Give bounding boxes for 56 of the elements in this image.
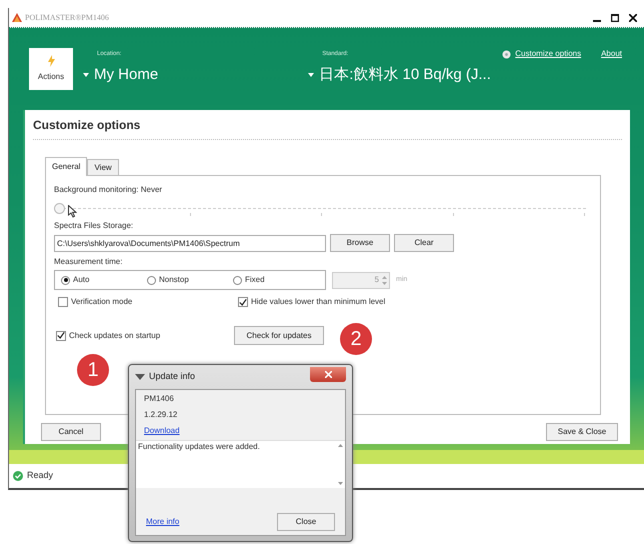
- check-icon: [239, 298, 247, 307]
- dialog-title: Update info: [149, 370, 196, 384]
- checkbox-label: Hide values lower than minimum level: [251, 296, 386, 308]
- spin-arrows-icon: [382, 274, 387, 286]
- app-icon: [135, 374, 145, 380]
- minutes-value: 5: [374, 274, 379, 286]
- checkbox[interactable]: [58, 297, 68, 308]
- check-circle-icon: [13, 471, 23, 482]
- radio-button[interactable]: [147, 276, 156, 285]
- more-info-link[interactable]: More info: [146, 516, 180, 528]
- slider-thumb[interactable]: [54, 203, 65, 214]
- panel-title: Customize options: [33, 117, 142, 134]
- caret-icon: [83, 73, 89, 78]
- radio-button[interactable]: [233, 276, 242, 285]
- check-icon: [57, 331, 65, 340]
- radio-button[interactable]: [61, 276, 70, 285]
- path-field[interactable]: C:\Users\shklyarova\Documents\PM1406\Spectrum: [54, 234, 326, 252]
- window-title: POLIMASTER®PM1406: [25, 12, 109, 24]
- lightning-icon: [46, 55, 56, 68]
- mouse-pointer-icon: [68, 205, 77, 218]
- button[interactable]: Close: [277, 513, 335, 531]
- button[interactable]: Cancel: [41, 423, 101, 442]
- radio-label: Fixed: [245, 274, 265, 286]
- customize-options-link[interactable]: Customize options: [515, 48, 582, 60]
- version-text: 1.2.29.12: [144, 409, 178, 421]
- button[interactable]: Check for updates: [234, 326, 324, 346]
- button[interactable]: Browse: [330, 234, 390, 252]
- close-icon: [324, 370, 332, 378]
- checkbox[interactable]: [238, 297, 248, 308]
- close-button[interactable]: [310, 366, 346, 382]
- notes-box[interactable]: Functionality updates were added.: [136, 440, 345, 488]
- button[interactable]: Clear: [394, 234, 454, 252]
- app-logo-icon: [12, 12, 22, 23]
- measurement-label: Measurement time:: [54, 256, 124, 268]
- tab[interactable]: General: [45, 157, 88, 176]
- background-monitoring-label: Background monitoring: Never: [54, 184, 164, 196]
- checkbox[interactable]: [56, 330, 66, 341]
- checkbox-label: Check updates on startup: [69, 330, 160, 342]
- notes-text: Functionality updates were added.: [137, 441, 261, 453]
- storage-label: Spectra Files Storage:: [54, 220, 134, 232]
- product-name: PM1406: [144, 393, 175, 405]
- standard-dropdown[interactable]: 日本:飲料水 10 Bq/kg (J...: [308, 64, 491, 87]
- checkbox-label: Verification mode: [71, 296, 132, 308]
- scroll-down-icon: [338, 482, 342, 485]
- tab[interactable]: View: [87, 159, 119, 176]
- actions-button[interactable]: Actions: [29, 48, 73, 90]
- close-icon[interactable]: [629, 14, 637, 22]
- maximize-icon[interactable]: [611, 14, 619, 22]
- radio-label: Nonstop: [159, 274, 189, 286]
- button[interactable]: Save & Close: [546, 423, 618, 442]
- radio-label: Auto: [73, 274, 90, 286]
- caret-icon: [308, 73, 314, 78]
- about-link[interactable]: About: [601, 48, 622, 60]
- location-dropdown[interactable]: My Home: [83, 64, 158, 87]
- status-text: Ready: [27, 469, 54, 482]
- download-link[interactable]: Download: [144, 425, 337, 437]
